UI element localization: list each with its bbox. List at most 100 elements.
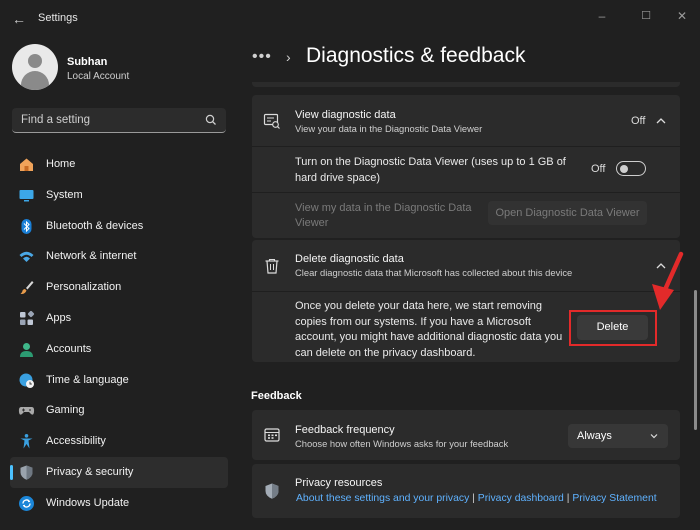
viewer-toggle-label-line: hard drive space) xyxy=(295,171,380,184)
diagnostic-viewer-toggle[interactable] xyxy=(616,161,646,176)
card-top-remnant xyxy=(252,82,680,87)
sidebar-item-label: System xyxy=(46,188,83,201)
back-button[interactable]: ← xyxy=(10,10,28,28)
sidebar-item-time-language[interactable]: Time & language xyxy=(10,365,228,396)
sidebar-item-apps[interactable]: Apps xyxy=(10,303,228,334)
divider xyxy=(252,291,680,292)
view-diagnostic-title: View diagnostic data xyxy=(295,109,396,121)
search-input[interactable]: Find a setting xyxy=(12,108,226,133)
privacy-dashboard-link[interactable]: Privacy dashboard xyxy=(478,493,564,504)
viewer-toggle-label-line: Turn on the Diagnostic Data Viewer (uses… xyxy=(295,156,566,168)
sidebar-item-label: Network & internet xyxy=(46,250,137,263)
accessibility-icon xyxy=(20,434,33,449)
account-type: Local Account xyxy=(67,71,130,82)
breadcrumb-overflow-button[interactable]: ••• xyxy=(252,48,272,66)
search-placeholder: Find a setting xyxy=(21,114,91,126)
view-diagnostic-header[interactable]: View diagnostic data View your data in t… xyxy=(252,95,680,145)
sidebar-item-label: Time & language xyxy=(46,373,129,386)
feedback-frequency-card: Feedback frequency Choose how often Wind… xyxy=(252,410,680,460)
brush-icon xyxy=(20,281,34,295)
sidebar-item-label: Personalization xyxy=(46,281,122,294)
feedback-frequency-subtitle: Choose how often Windows asks for your f… xyxy=(295,438,509,449)
divider xyxy=(252,192,680,193)
description-line: can delete on the privacy dashboard. xyxy=(295,346,476,359)
sidebar-item-bluetooth[interactable]: Bluetooth & devices xyxy=(10,211,228,242)
view-my-data-line: View my data in the Diagnostic Data xyxy=(295,202,472,214)
privacy-resources-card: Privacy resources About these settings a… xyxy=(252,464,680,518)
maximize-button[interactable]: ☐ xyxy=(634,6,658,26)
user-name: Subhan xyxy=(67,56,108,68)
sidebar-item-home[interactable]: Home xyxy=(10,149,228,180)
view-diagnostic-subtitle: View your data in the Diagnostic Data Vi… xyxy=(295,123,483,134)
open-diagnostic-viewer-button[interactable]: Open Diagnostic Data Viewer xyxy=(488,201,647,225)
shield-icon xyxy=(20,465,33,480)
display-icon xyxy=(19,189,34,202)
delete-diagnostic-subtitle: Clear diagnostic data that Microsoft has… xyxy=(295,267,573,278)
home-icon xyxy=(20,158,33,171)
toggle-knob xyxy=(620,164,628,173)
view-diagnostic-card: View diagnostic data View your data in t… xyxy=(252,95,680,238)
sidebar-item-system[interactable]: System xyxy=(10,180,228,211)
chevron-up-icon xyxy=(656,118,666,124)
delete-diagnostic-title: Delete diagnostic data xyxy=(295,253,404,265)
viewer-toggle-status: Off xyxy=(591,163,606,175)
close-icon: ✕ xyxy=(676,9,688,23)
sidebar-item-network[interactable]: Network & internet xyxy=(10,241,228,272)
sidebar-item-privacy-security[interactable]: Privacy & security xyxy=(10,456,228,488)
view-diagnostic-status: Off xyxy=(631,115,646,127)
update-icon xyxy=(19,495,34,511)
privacy-resources-title: Privacy resources xyxy=(295,477,383,489)
avatar-body-shape xyxy=(21,71,49,90)
sidebar-item-label: Home xyxy=(46,158,76,170)
delete-diagnostic-card: Delete diagnostic data Clear diagnostic … xyxy=(252,240,680,362)
delete-diagnostic-description: Once you delete your data here, we start… xyxy=(295,299,562,361)
minimize-icon: – xyxy=(598,9,606,23)
close-button[interactable]: ✕ xyxy=(670,6,694,26)
sidebar-item-windows-update[interactable]: Windows Update xyxy=(10,488,228,519)
scrollbar[interactable] xyxy=(694,290,697,430)
sidebar-item-accessibility[interactable]: Accessibility xyxy=(10,426,228,457)
view-my-data-line: Viewer xyxy=(295,217,329,229)
page-title: Diagnostics & feedback xyxy=(306,44,526,67)
wifi-icon xyxy=(19,252,34,263)
breadcrumb-chevron-icon: › xyxy=(286,49,291,65)
sidebar-item-label: Accounts xyxy=(46,342,92,355)
diagnostic-viewer-icon xyxy=(263,113,280,129)
person-icon xyxy=(20,342,33,357)
delete-diagnostic-header[interactable]: Delete diagnostic data Clear diagnostic … xyxy=(252,240,680,290)
sidebar-item-label: Accessibility xyxy=(46,435,106,448)
viewer-toggle-label: Turn on the Diagnostic Data Viewer (uses… xyxy=(295,155,566,186)
globe-clock-icon xyxy=(19,373,34,388)
description-line: copies from our systems. If you have a M… xyxy=(295,315,531,328)
avatar-head-shape xyxy=(28,54,42,68)
feedback-frequency-title: Feedback frequency xyxy=(295,424,395,436)
sidebar-item-accounts[interactable]: Accounts xyxy=(10,334,228,365)
about-settings-privacy-link[interactable]: About these settings and your privacy xyxy=(296,493,469,504)
privacy-statement-link[interactable]: Privacy Statement xyxy=(572,493,656,504)
maximize-icon: ☐ xyxy=(641,10,651,22)
sidebar-item-gaming[interactable]: Gaming xyxy=(10,395,228,426)
privacy-resources-links: About these settings and your privacy | … xyxy=(296,493,657,504)
back-arrow-icon: ← xyxy=(12,11,26,27)
avatar[interactable] xyxy=(12,44,58,90)
delete-button[interactable]: Delete xyxy=(577,315,648,340)
sidebar-item-label: Gaming xyxy=(46,404,85,417)
title-bar: ← Settings – ☐ ✕ xyxy=(0,0,700,38)
feedback-frequency-value: Always xyxy=(577,430,612,442)
app-title: Settings xyxy=(38,12,78,24)
minimize-button[interactable]: – xyxy=(590,6,614,26)
sidebar-item-personalization[interactable]: Personalization xyxy=(10,272,228,303)
sidebar-nav: Home System Bluetooth & devices Network … xyxy=(10,149,228,519)
sidebar-item-label: Apps xyxy=(46,311,72,324)
shield-icon xyxy=(265,483,279,499)
trash-icon xyxy=(265,258,279,274)
link-separator: | xyxy=(472,493,475,504)
feedback-section-title: Feedback xyxy=(251,390,302,402)
divider xyxy=(252,146,680,147)
chevron-down-icon xyxy=(650,434,658,439)
bluetooth-icon xyxy=(21,218,32,234)
feedback-frequency-select[interactable]: Always xyxy=(568,424,668,448)
search-icon xyxy=(205,114,216,125)
view-my-data-label: View my data in the Diagnostic Data View… xyxy=(295,201,472,231)
link-separator: | xyxy=(566,493,570,504)
